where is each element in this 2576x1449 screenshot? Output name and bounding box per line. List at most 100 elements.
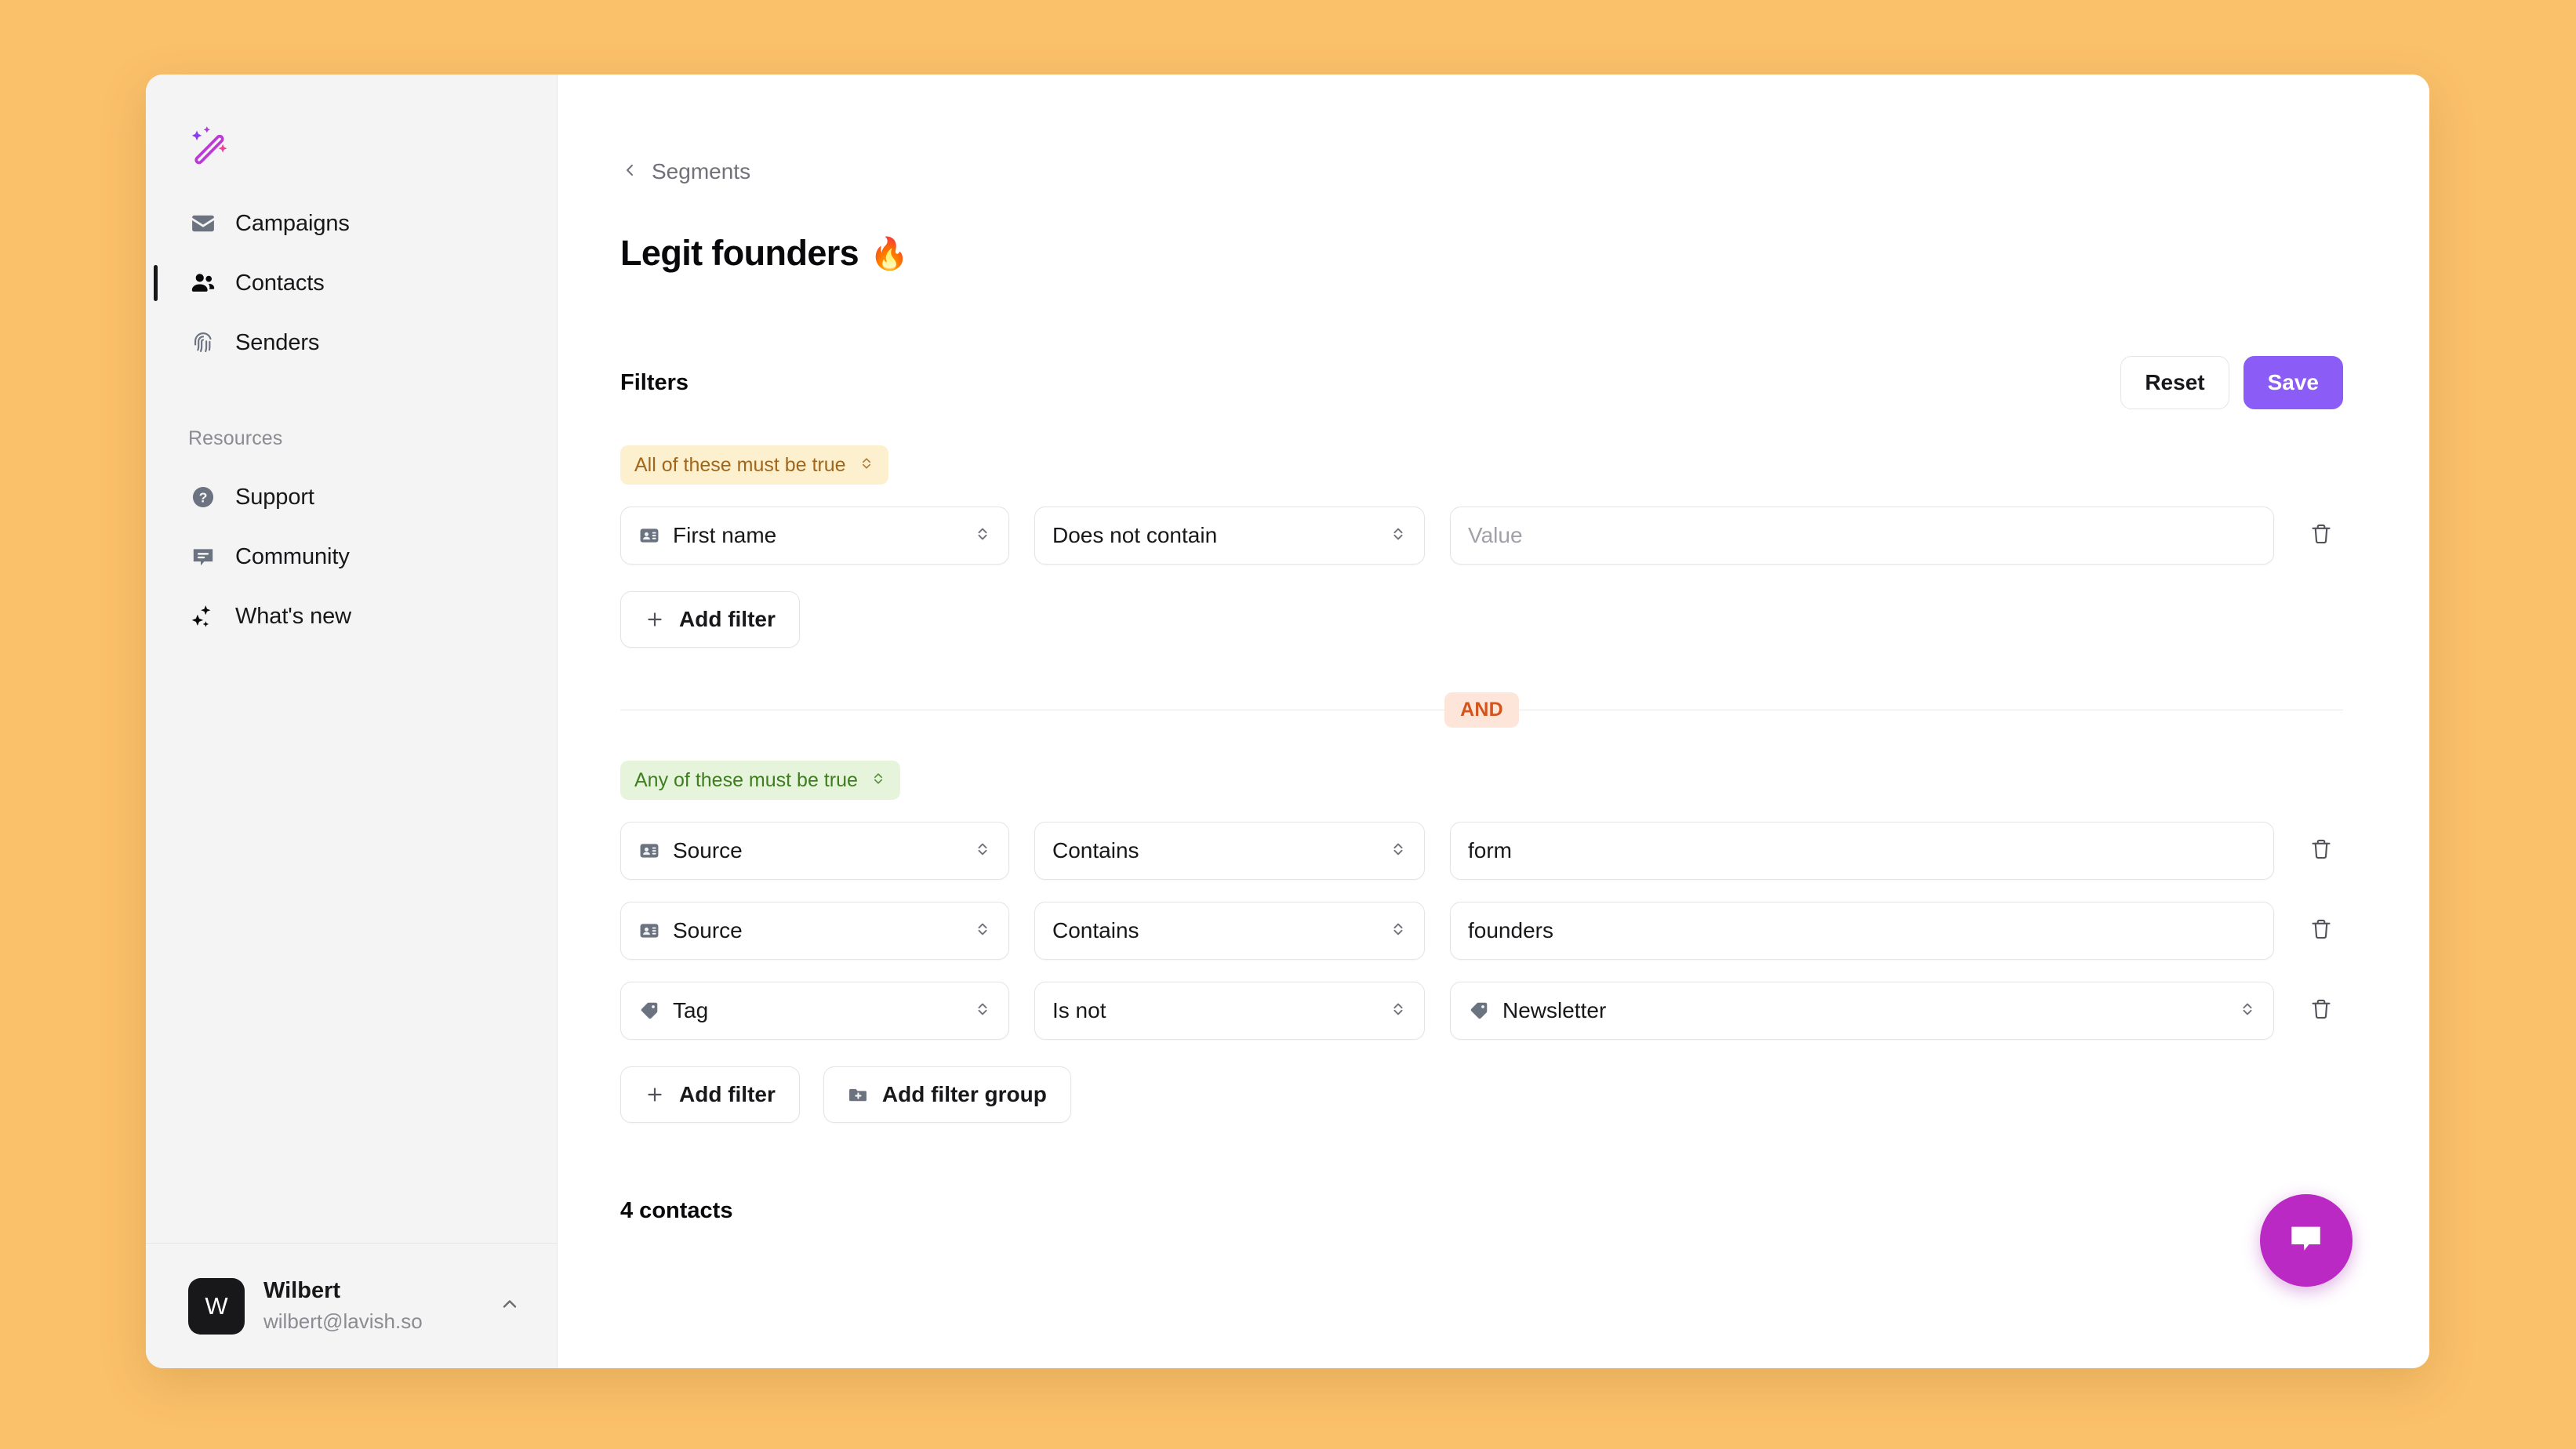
filter-field-select[interactable]: Source bbox=[620, 902, 1009, 960]
chat-widget-button[interactable] bbox=[2260, 1194, 2353, 1287]
filter-field-label: First name bbox=[673, 523, 777, 547]
chevron-up-icon bbox=[499, 1293, 521, 1319]
group-join-operator-badge[interactable]: AND bbox=[1444, 692, 1519, 728]
chevron-updown-icon bbox=[974, 523, 991, 548]
sidebar-item-campaigns[interactable]: Campaigns bbox=[146, 194, 557, 253]
brand-logo[interactable] bbox=[146, 107, 557, 183]
add-filter-button[interactable]: Add filter bbox=[620, 591, 800, 648]
sidebar-item-whats-new[interactable]: What's new bbox=[146, 586, 557, 646]
chat-bubble-icon bbox=[188, 542, 218, 572]
filter-operator-label: Contains bbox=[1052, 918, 1139, 942]
filter-value-select[interactable]: Newsletter bbox=[1450, 982, 2274, 1040]
main-content: Segments Legit founders 🔥 Filters Reset … bbox=[558, 74, 2429, 1368]
filters-bar: Filters Reset Save bbox=[620, 356, 2343, 409]
add-filter-button[interactable]: Add filter bbox=[620, 1066, 800, 1123]
filter-field-select[interactable]: Tag bbox=[620, 982, 1009, 1040]
user-meta: Wilbert wilbert@lavish.so bbox=[263, 1276, 480, 1335]
chevron-left-icon bbox=[620, 161, 639, 183]
sidebar-top: Campaigns Contacts Senders Resources ? S… bbox=[146, 74, 557, 646]
filter-value-input[interactable]: form bbox=[1450, 822, 2274, 880]
delete-filter-button[interactable] bbox=[2299, 837, 2343, 865]
chevron-updown-icon bbox=[1390, 523, 1407, 548]
contacts-count: 4 contacts bbox=[620, 1198, 733, 1223]
filter-operator-select[interactable]: Does not contain bbox=[1034, 507, 1425, 565]
add-row: Add filter Add filter group bbox=[620, 1066, 2343, 1123]
sidebar-item-label: Support bbox=[235, 484, 314, 510]
envelope-icon bbox=[188, 209, 218, 238]
add-row: Add filter bbox=[620, 591, 2343, 648]
filter-group: Any of these must be true Source Contain… bbox=[620, 761, 2343, 1123]
fingerprint-icon bbox=[188, 328, 218, 358]
filter-operator-select[interactable]: Contains bbox=[1034, 822, 1425, 880]
svg-text:?: ? bbox=[199, 490, 208, 506]
delete-filter-button[interactable] bbox=[2299, 997, 2343, 1025]
filters-label: Filters bbox=[620, 369, 689, 395]
breadcrumb-label: Segments bbox=[652, 159, 751, 183]
filter-group: All of these must be true First name Doe… bbox=[620, 445, 2343, 648]
group-join-divider: AND bbox=[620, 688, 2344, 731]
filter-field-label: Source bbox=[673, 918, 743, 942]
add-filter-group-button[interactable]: Add filter group bbox=[823, 1066, 1071, 1123]
delete-filter-button[interactable] bbox=[2299, 917, 2343, 945]
chevron-updown-icon bbox=[1390, 918, 1407, 943]
people-icon bbox=[188, 268, 218, 298]
filter-operator-label: Does not contain bbox=[1052, 523, 1218, 547]
sidebar-item-support[interactable]: ? Support bbox=[146, 467, 557, 527]
filter-row: First name Does not contain Value bbox=[620, 507, 2343, 565]
filters-actions: Reset Save bbox=[2120, 356, 2343, 409]
filter-operator-label: Is not bbox=[1052, 998, 1106, 1022]
contact-card-icon bbox=[638, 840, 660, 862]
group-match-label: Any of these must be true bbox=[634, 768, 858, 791]
sidebar-item-senders[interactable]: Senders bbox=[146, 313, 557, 372]
group-match-selector[interactable]: Any of these must be true bbox=[620, 761, 900, 800]
filter-field-select[interactable]: Source bbox=[620, 822, 1009, 880]
sidebar-item-contacts[interactable]: Contacts bbox=[146, 253, 557, 313]
trash-icon bbox=[2309, 837, 2333, 865]
sidebar-item-label: Community bbox=[235, 543, 350, 569]
trash-icon bbox=[2309, 997, 2333, 1025]
group-match-label: All of these must be true bbox=[634, 453, 846, 476]
filter-field-label: Source bbox=[673, 838, 743, 862]
sidebar-item-community[interactable]: Community bbox=[146, 527, 557, 586]
filter-field-select[interactable]: First name bbox=[620, 507, 1009, 565]
chevron-updown-icon bbox=[1390, 998, 1407, 1023]
add-filter-label: Add filter bbox=[679, 1082, 776, 1106]
contact-card-icon bbox=[638, 920, 660, 942]
add-filter-group-label: Add filter group bbox=[881, 1082, 1047, 1106]
chevron-updown-icon bbox=[974, 998, 991, 1023]
filter-value-text: form bbox=[1468, 838, 1512, 862]
contact-card-icon bbox=[638, 525, 660, 547]
filter-value-input[interactable]: Value bbox=[1450, 507, 2274, 565]
filter-operator-select[interactable]: Contains bbox=[1034, 902, 1425, 960]
chat-bubble-icon bbox=[2284, 1217, 2328, 1265]
filter-row: Source Contains fo bbox=[620, 822, 2343, 880]
magic-wand-icon bbox=[188, 125, 229, 165]
filter-value-input[interactable]: founders bbox=[1450, 902, 2274, 960]
add-filter-label: Add filter bbox=[679, 607, 776, 631]
user-account-button[interactable]: W Wilbert wilbert@lavish.so bbox=[146, 1243, 557, 1368]
filter-operator-select[interactable]: Is not bbox=[1034, 982, 1425, 1040]
filter-row: Tag Is not Newsletter bbox=[620, 982, 2343, 1040]
delete-filter-button[interactable] bbox=[2299, 522, 2343, 550]
save-button[interactable]: Save bbox=[2243, 356, 2343, 409]
avatar: W bbox=[188, 1277, 245, 1335]
filter-operator-label: Contains bbox=[1052, 838, 1139, 862]
page-title-text: Legit founders bbox=[620, 233, 859, 273]
user-name: Wilbert bbox=[263, 1278, 341, 1304]
chevron-updown-icon bbox=[974, 918, 991, 943]
filter-value-text: Newsletter bbox=[1502, 998, 1607, 1022]
primary-nav: Campaigns Contacts Senders bbox=[146, 194, 557, 372]
page-title: Legit founders 🔥 bbox=[620, 233, 2343, 274]
tag-icon bbox=[638, 1000, 660, 1022]
breadcrumb[interactable]: Segments bbox=[620, 159, 750, 184]
chevron-updown-icon bbox=[859, 454, 874, 477]
reset-button[interactable]: Reset bbox=[2120, 356, 2229, 409]
folder-plus-icon bbox=[848, 1084, 868, 1105]
sidebar-item-label: What's new bbox=[235, 603, 351, 629]
chevron-updown-icon bbox=[1390, 838, 1407, 863]
group-match-selector[interactable]: All of these must be true bbox=[620, 445, 888, 485]
sidebar: Campaigns Contacts Senders Resources ? S… bbox=[146, 74, 558, 1368]
filter-value-placeholder: Value bbox=[1468, 523, 1523, 547]
sidebar-item-label: Senders bbox=[235, 329, 320, 355]
